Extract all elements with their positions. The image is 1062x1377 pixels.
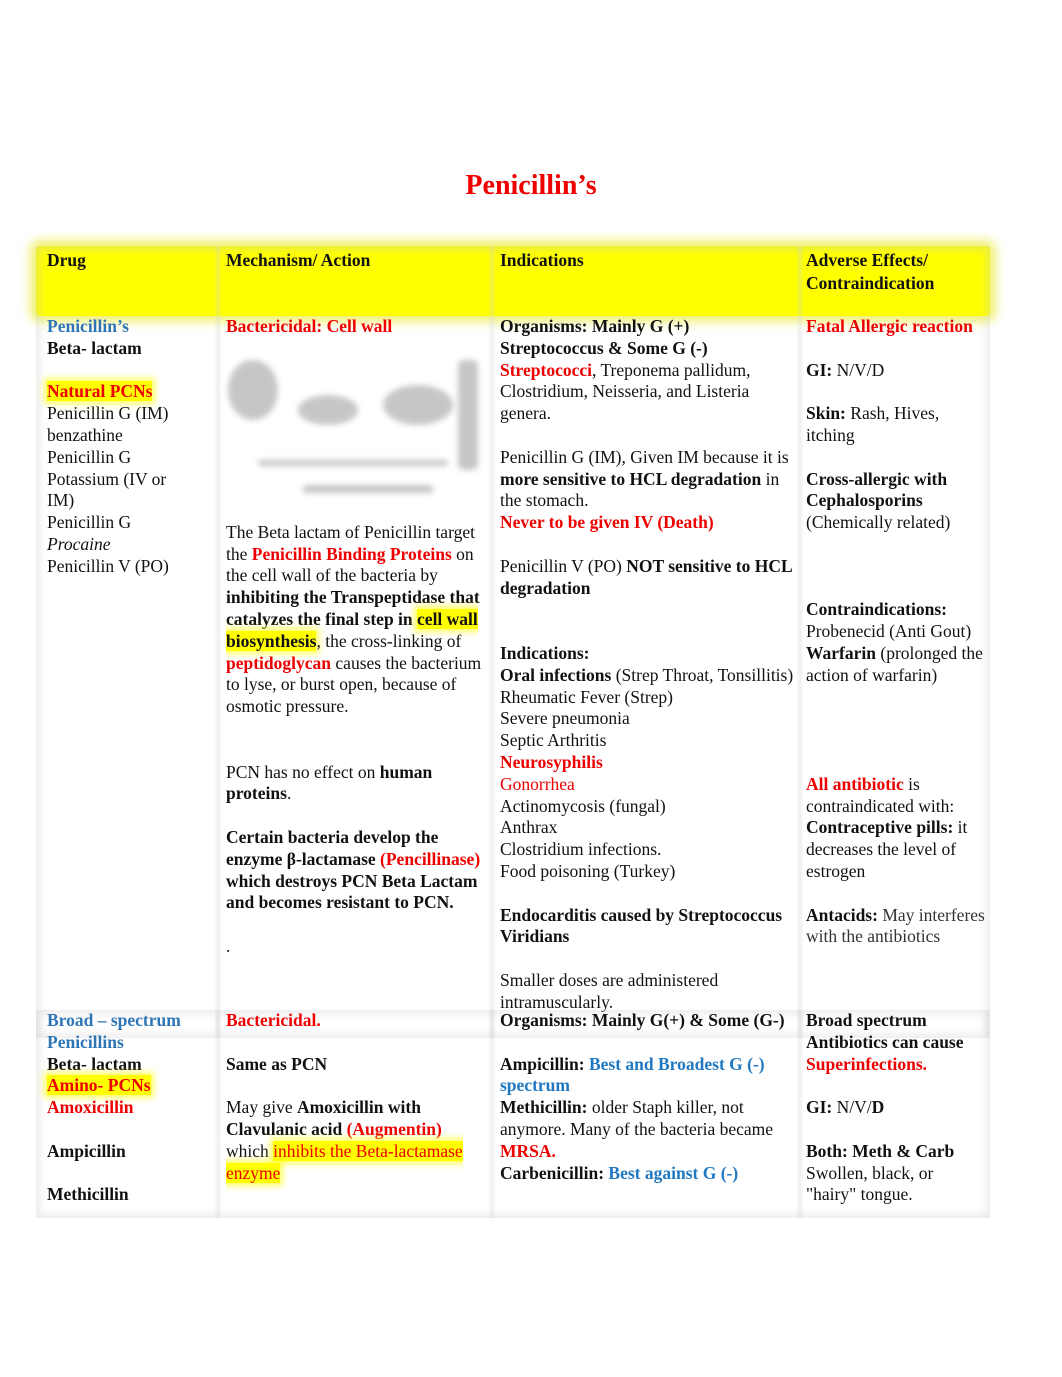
drug-item: Penicillin V (PO) bbox=[47, 555, 169, 576]
page-title: Penicillin’s bbox=[465, 170, 597, 201]
both-note: Both: Meth & Carb bbox=[806, 1140, 955, 1161]
indication-item: Neurosyphilis bbox=[500, 751, 603, 772]
mechanism-same: Same as PCN bbox=[226, 1053, 328, 1074]
augmentin-note: May give Amoxicillin with Clavulanic aci… bbox=[226, 1097, 463, 1183]
drug-item: Penicillin G bbox=[47, 512, 132, 533]
table-row-natural-penicillins: Penicillin’s Beta- lactam Natural PCNs P… bbox=[36, 246, 990, 1038]
tongue-note: Swollen, black, or "hairy" tongue. bbox=[806, 1162, 934, 1205]
carbenicillin-note: Carbenicillin: Best against G (-) bbox=[500, 1162, 739, 1183]
all-antibiotic-note: All antibiotic is contraindicated with: bbox=[806, 773, 955, 816]
column-divider bbox=[796, 1010, 804, 1218]
contraindication-item: Probenecid (Anti Gout) bbox=[806, 621, 972, 642]
gi-effects: GI: N/V/D bbox=[806, 1097, 885, 1118]
indication-item: Actinomycosis (fungal) bbox=[500, 795, 666, 816]
drug-cell: Penicillin’s Beta- lactam Natural PCNs P… bbox=[47, 316, 215, 578]
drug-item: Methicillin bbox=[47, 1184, 129, 1205]
indication-item: Clostridium infections. bbox=[500, 839, 662, 860]
drug-item: Potassium (IV or bbox=[47, 468, 167, 489]
mechanism-paragraph-3: Certain bacteria develop the enzyme β-la… bbox=[226, 826, 481, 913]
indications-cell: Organisms: Mainly G (+) Streptococcus & … bbox=[500, 316, 795, 1014]
gi-effects: GI: N/V/D bbox=[806, 359, 885, 380]
organisms: Organisms: Mainly G(+) & Some (G-) bbox=[500, 1010, 785, 1030]
drug-group: Amino- PCNs bbox=[47, 1075, 151, 1096]
mechanism-cell: Bactericidal. Same as PCN May give Amoxi… bbox=[226, 1010, 488, 1184]
organisms: Organisms: Mainly G (+) Streptococcus & … bbox=[500, 316, 751, 424]
column-divider bbox=[488, 246, 496, 1038]
superinfection-note: Broad spectrum Antibiotics can cause Sup… bbox=[806, 1010, 964, 1074]
dose-note: Smaller doses are administered intramusc… bbox=[500, 969, 719, 1012]
drug-item: benzathine bbox=[47, 424, 123, 445]
drug-item: Ampicillin bbox=[47, 1140, 126, 1161]
adverse-cell: Fatal Allergic reaction GI: N/V/D Skin: … bbox=[806, 316, 986, 948]
table-row-broad-spectrum: Broad – spectrum Penicillins Beta- lacta… bbox=[36, 1010, 990, 1218]
drug-class: Penicillin’s bbox=[47, 316, 129, 336]
cell-wall-diagram-image bbox=[218, 340, 480, 510]
cross-allergic: Cross-allergic with Cephalosporins bbox=[806, 468, 948, 511]
indication-item: Severe pneumonia bbox=[500, 708, 630, 729]
penicillin-g-note: Penicillin G (IM), Given IM because it i… bbox=[500, 446, 789, 533]
mechanism-paragraph-2: PCN has no effect on human proteins. bbox=[226, 761, 433, 804]
drug-item: Procaine bbox=[47, 533, 111, 554]
mechanism-heading: Bactericidal. bbox=[226, 1010, 321, 1030]
column-divider bbox=[488, 1010, 496, 1218]
column-divider bbox=[214, 1010, 222, 1218]
contraindication-item: Warfarin (prolonged the action of warfar… bbox=[806, 642, 983, 685]
drug-item: Penicillin G (IM) bbox=[47, 403, 169, 424]
penicillin-v-note: Penicillin V (PO) NOT sensitive to HCL d… bbox=[500, 555, 792, 598]
antacids-note: Antacids: May interferes with the antibi… bbox=[806, 904, 985, 947]
drug-group: Natural PCNs bbox=[47, 381, 153, 402]
fatal-allergic: Fatal Allergic reaction bbox=[806, 316, 973, 336]
ampicillin-note: Ampicillin: Best and Broadest G (-) spec… bbox=[500, 1053, 765, 1096]
drug-item: Amoxicillin bbox=[47, 1097, 134, 1118]
indication-item: Food poisoning (Turkey) bbox=[500, 860, 676, 881]
column-divider bbox=[796, 246, 804, 1038]
drug-type: Beta- lactam bbox=[47, 1053, 142, 1074]
indication-item: Septic Arthritis bbox=[500, 730, 607, 751]
indication-item: Anthrax bbox=[500, 817, 558, 838]
mechanism-paragraph-4: . bbox=[226, 935, 231, 956]
mechanism-cell: Bactericidal: Cell wall The Beta lactam … bbox=[226, 316, 488, 958]
adverse-cell: Broad spectrum Antibiotics can cause Sup… bbox=[806, 1010, 986, 1206]
skin-effects: Skin: Rash, Hives, itching bbox=[806, 403, 940, 445]
indication-item: Gonorrhea bbox=[500, 773, 575, 794]
contraindications-heading: Contraindications: bbox=[806, 599, 947, 620]
cross-allergic-note: (Chemically related) bbox=[806, 512, 951, 533]
mechanism-paragraph-1: The Beta lactam of Penicillin target the… bbox=[226, 521, 482, 717]
drug-cell: Broad – spectrum Penicillins Beta- lacta… bbox=[47, 1010, 215, 1206]
drug-class: Broad – spectrum Penicillins bbox=[47, 1010, 181, 1052]
indication-item: Oral infections (Strep Throat, Tonsillit… bbox=[500, 664, 794, 685]
indications-heading: Indications: bbox=[500, 642, 590, 663]
mechanism-heading: Bactericidal: Cell wall bbox=[226, 316, 393, 336]
endocarditis-note: Endocarditis caused by Streptococcus Vir… bbox=[500, 904, 783, 947]
indications-cell: Organisms: Mainly G(+) & Some (G-) Ampic… bbox=[500, 1010, 795, 1184]
penicillin-table: Drug Mechanism/ Action Indications Adver… bbox=[36, 246, 990, 1218]
indication-item: Rheumatic Fever (Strep) bbox=[500, 686, 674, 707]
contraceptive-note: Contraceptive pills: it decreases the le… bbox=[806, 817, 968, 881]
drug-item: IM) bbox=[47, 490, 75, 511]
drug-type: Beta- lactam bbox=[47, 337, 142, 358]
methicillin-note: Methicillin: older Staph killer, not any… bbox=[500, 1097, 774, 1161]
drug-item: Penicillin G bbox=[47, 446, 132, 467]
